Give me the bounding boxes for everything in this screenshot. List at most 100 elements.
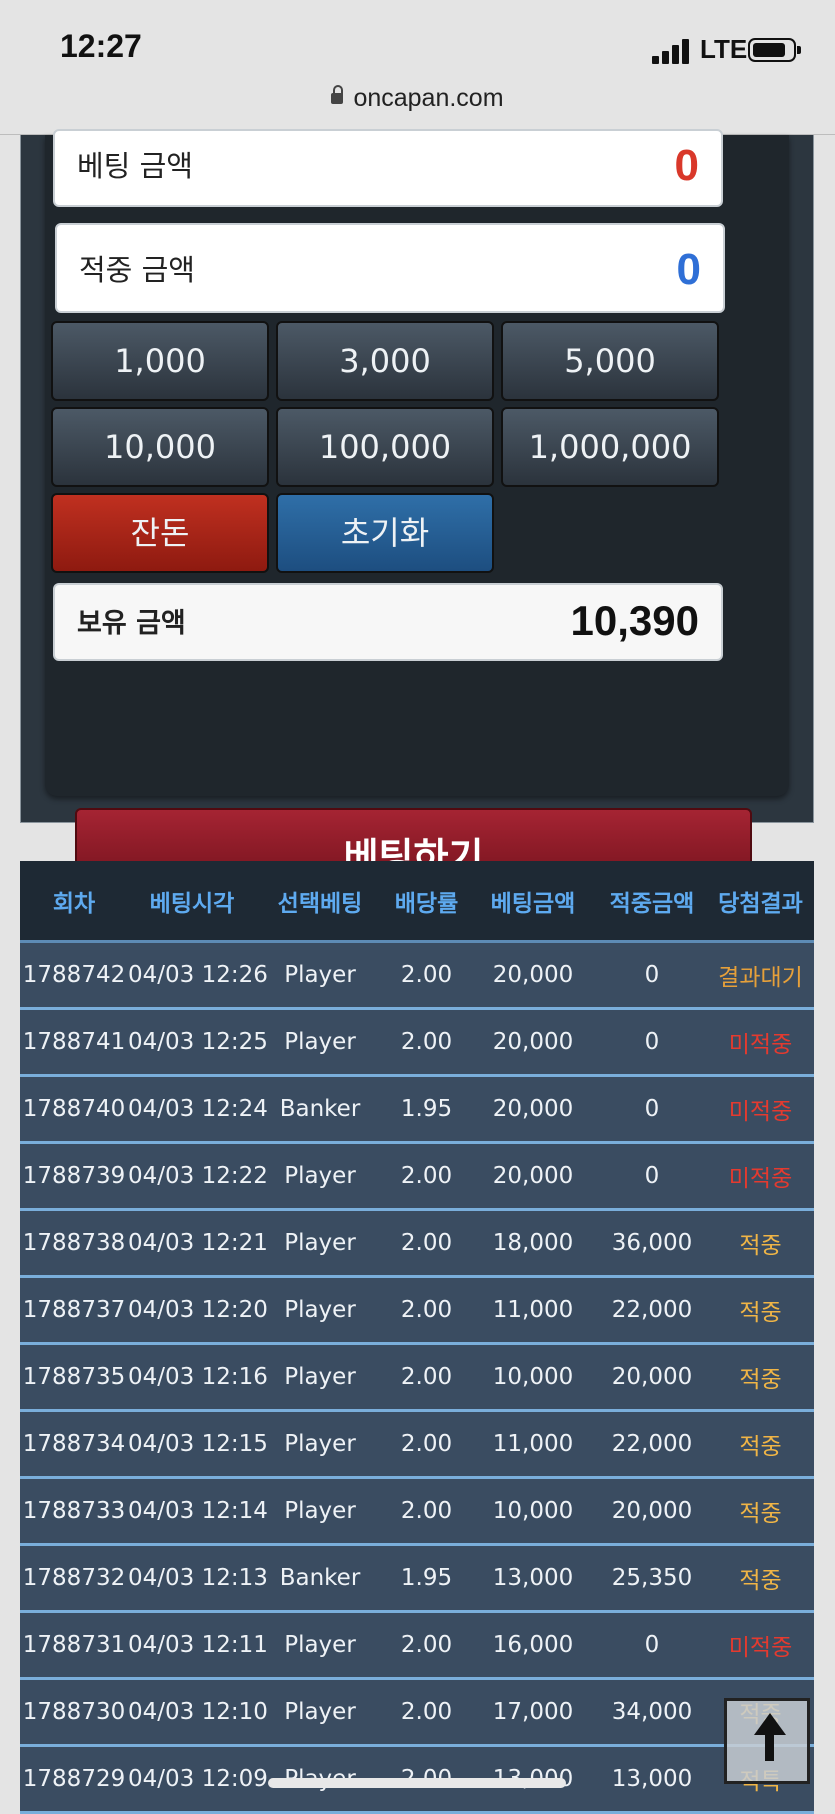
win-amount-box: 적중 금액 0 [55, 223, 725, 313]
table-row: 1788732 04/03 12:13 Banker 1.95 13,000 25,350… [20, 1544, 814, 1613]
cell-odds: 2.00 [384, 1276, 469, 1345]
cell-bet-amount: 20,000 [469, 941, 597, 1010]
win-amount-label: 적중 금액 [79, 253, 195, 287]
cell-round: 1788729 [20, 1745, 128, 1814]
cell-win-amount: 0 [597, 1142, 707, 1211]
cell-win-amount: 0 [597, 1611, 707, 1680]
chip-5000-button[interactable]: 5,000 [501, 321, 719, 401]
cell-result: 적중 [707, 1276, 814, 1345]
cell-round: 1788742 [20, 941, 128, 1010]
address-bar[interactable]: oncapan.com [0, 84, 835, 122]
table-row: 1788734 04/03 12:15 Player 2.00 11,000 22,000… [20, 1410, 814, 1479]
reset-button[interactable]: 초기화 [276, 493, 494, 573]
win-amount-value: 0 [676, 245, 701, 294]
cell-result: 미적중 [707, 1008, 814, 1077]
cell-odds: 1.95 [384, 1544, 469, 1613]
cell-result: 적중 [707, 1410, 814, 1479]
table-row: 1788742 04/03 12:26 Player 2.00 20,000 0 결과대기 [20, 941, 814, 1010]
cell-bet-time: 04/03 12:25 [128, 1008, 268, 1077]
table-row: 1788733 04/03 12:14 Player 2.00 10,000 20,000… [20, 1477, 814, 1546]
cell-bet-time: 04/03 12:11 [128, 1611, 268, 1680]
chip-1000-button[interactable]: 1,000 [51, 321, 269, 401]
cell-bet-amount: 11,000 [469, 1410, 597, 1479]
cell-round: 1788741 [20, 1008, 128, 1077]
header-win-amount: 적중금액 [597, 861, 707, 943]
cell-odds: 2.00 [384, 1209, 469, 1278]
header-odds: 배당률 [384, 861, 469, 943]
cell-bet-amount: 17,000 [469, 1678, 597, 1747]
holding-amount-value: 10,390 [570, 597, 699, 644]
status-time: 12:27 [60, 28, 142, 64]
header-bet-amount: 베팅금액 [469, 861, 597, 943]
cell-round: 1788731 [20, 1611, 128, 1680]
cell-result: 적중 [707, 1477, 814, 1546]
cell-bet-amount: 16,000 [469, 1611, 597, 1680]
change-button[interactable]: 잔돈 [51, 493, 269, 573]
table-row: 1788739 04/03 12:22 Player 2.00 20,000 0 미적중 [20, 1142, 814, 1211]
cell-selection: Player [256, 1008, 384, 1077]
cell-odds: 1.95 [384, 1075, 469, 1144]
cell-selection: Player [256, 1477, 384, 1546]
cell-bet-time: 04/03 12:20 [128, 1276, 268, 1345]
cell-round: 1788734 [20, 1410, 128, 1479]
lock-icon [331, 85, 344, 104]
cell-round: 1788730 [20, 1678, 128, 1747]
network-type: LTE [700, 34, 748, 64]
cell-win-amount: 0 [597, 1008, 707, 1077]
bet-panel-inner: 베팅 금액 0 적중 금액 0 1,000 3,000 5,000 10,000… [45, 129, 789, 796]
cell-win-amount: 25,350 [597, 1544, 707, 1613]
table-row: 1788741 04/03 12:25 Player 2.00 20,000 0 미적중 [20, 1008, 814, 1077]
holding-amount-label: 보유 금액 [77, 608, 186, 639]
cell-bet-time: 04/03 12:24 [128, 1075, 268, 1144]
cell-result: 적중 [707, 1343, 814, 1412]
holding-amount-box: 보유 금액 10,390 [53, 583, 723, 661]
chip-3000-button[interactable]: 3,000 [276, 321, 494, 401]
cell-win-amount: 20,000 [597, 1343, 707, 1412]
cell-odds: 2.00 [384, 1343, 469, 1412]
cell-bet-time: 04/03 12:15 [128, 1410, 268, 1479]
table-header-row: 회차 베팅시각 선택베팅 배당률 베팅금액 적중금액 당첨결과 [20, 861, 814, 943]
cell-bet-amount: 10,000 [469, 1477, 597, 1546]
cell-round: 1788732 [20, 1544, 128, 1613]
cell-result: 적중 [707, 1209, 814, 1278]
table-row: 1788735 04/03 12:16 Player 2.00 10,000 20,000… [20, 1343, 814, 1412]
cell-win-amount: 20,000 [597, 1477, 707, 1546]
cell-bet-time: 04/03 12:13 [128, 1544, 268, 1613]
cell-win-amount: 13,000 [597, 1745, 707, 1814]
url-text: oncapan.com [353, 84, 504, 112]
cell-bet-amount: 20,000 [469, 1075, 597, 1144]
cell-bet-amount: 20,000 [469, 1142, 597, 1211]
cell-selection: Player [256, 1343, 384, 1412]
cell-odds: 2.00 [384, 1008, 469, 1077]
status-bar: 12:27 LTE oncapan.com [0, 0, 835, 112]
cell-odds: 2.00 [384, 941, 469, 1010]
cell-selection: Player [256, 1611, 384, 1680]
cell-selection: Banker [256, 1075, 384, 1144]
bet-amount-box: 베팅 금액 0 [53, 129, 723, 207]
cell-result: 적중 [707, 1544, 814, 1613]
cell-bet-time: 04/03 12:16 [128, 1343, 268, 1412]
cell-odds: 2.00 [384, 1611, 469, 1680]
cell-win-amount: 22,000 [597, 1410, 707, 1479]
table-row: 1788737 04/03 12:20 Player 2.00 11,000 22,000… [20, 1276, 814, 1345]
bet-amount-label: 베팅 금액 [77, 149, 193, 183]
cell-bet-time: 04/03 12:22 [128, 1142, 268, 1211]
cell-bet-time: 04/03 12:09 [128, 1745, 268, 1814]
cell-bet-time: 04/03 12:26 [128, 941, 268, 1010]
header-selection: 선택베팅 [256, 861, 384, 943]
chip-100000-button[interactable]: 100,000 [276, 407, 494, 487]
cell-win-amount: 22,000 [597, 1276, 707, 1345]
cell-bet-time: 04/03 12:21 [128, 1209, 268, 1278]
header-result: 당첨결과 [707, 861, 814, 943]
cell-selection: Player [256, 1678, 384, 1747]
cell-odds: 2.00 [384, 1410, 469, 1479]
bet-amount-value: 0 [674, 141, 699, 190]
cell-round: 1788735 [20, 1343, 128, 1412]
cell-round: 1788739 [20, 1142, 128, 1211]
cell-result: 결과대기 [707, 941, 814, 1010]
chip-10000-button[interactable]: 10,000 [51, 407, 269, 487]
scroll-top-button[interactable] [724, 1698, 810, 1784]
chip-1000000-button[interactable]: 1,000,000 [501, 407, 719, 487]
cell-bet-amount: 11,000 [469, 1276, 597, 1345]
cell-win-amount: 0 [597, 941, 707, 1010]
